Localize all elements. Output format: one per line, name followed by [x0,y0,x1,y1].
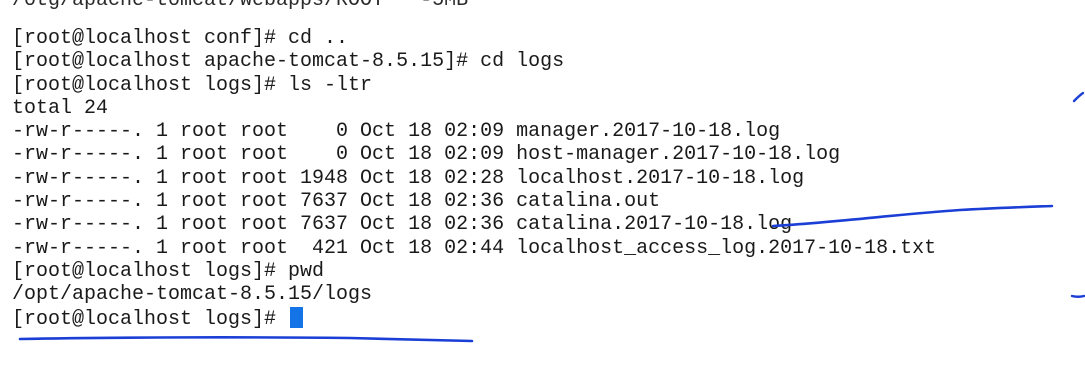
prompt-text: [root@localhost logs]# [12,307,289,331]
terminal-line-pwd-output: /opt/apache-tomcat-8.5.15/logs [12,283,373,307]
margin-mark-top [1072,91,1085,103]
terminal-line-ls-command: [root@localhost logs]# ls -ltr [12,73,373,97]
terminal-line-pwd-command: [root@localhost logs]# pwd [12,259,325,283]
file-entry-localhost-log: -rw-r-----. 1 root root 1948 Oct 18 02:2… [12,166,805,190]
underline-pwd-path [18,336,474,343]
partial-top-line: /otg/apache-tomcat/webapps/ROOT -5MB [12,0,469,12]
file-entry-host-manager-log: -rw-r-----. 1 root root 0 Oct 18 02:09 h… [12,143,841,167]
text-cursor [290,306,304,328]
terminal-output: [root@localhost conf]# cd .. [root@local… [12,27,937,331]
file-entry-catalina-log: -rw-r-----. 1 root root 7637 Oct 18 02:3… [12,213,793,237]
terminal-line-cd-logs: [root@localhost apache-tomcat-8.5.15]# c… [12,50,565,74]
terminal-window[interactable]: /otg/apache-tomcat/webapps/ROOT -5MB [ro… [0,0,1085,366]
terminal-line-total: total 24 [12,96,109,120]
file-entry-access-log: -rw-r-----. 1 root root 421 Oct 18 02:44… [12,236,937,260]
margin-mark-bottom [1070,294,1085,298]
terminal-line-cd-up: [root@localhost conf]# cd .. [12,27,349,50]
terminal-prompt-line[interactable]: [root@localhost logs]# [12,306,936,331]
file-entry-catalina-out: -rw-r-----. 1 root root 7637 Oct 18 02:3… [12,190,661,214]
file-entry-manager-log: -rw-r-----. 1 root root 0 Oct 18 02:09 m… [12,120,781,144]
